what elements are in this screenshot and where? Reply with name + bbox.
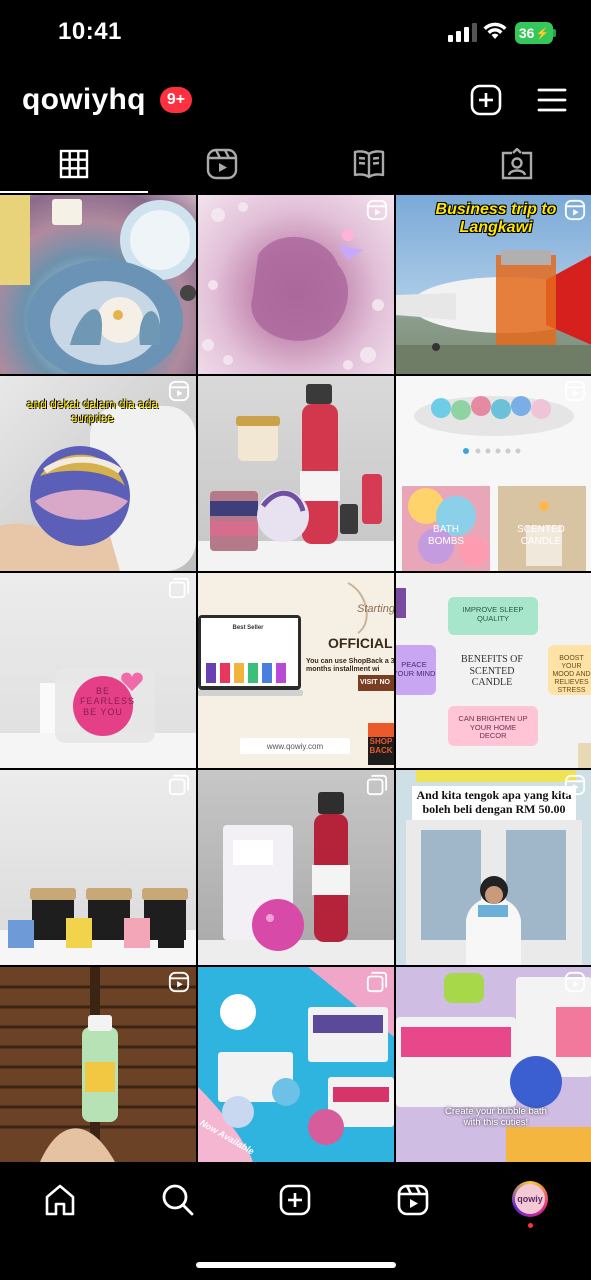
post-tile[interactable] [0, 195, 196, 374]
tagged-icon [501, 148, 533, 180]
post-tile[interactable] [0, 770, 196, 965]
post-tile[interactable]: and dekat dalam dia ada surprise [0, 376, 196, 571]
tab-grid[interactable] [0, 135, 148, 193]
post-tile[interactable]: Now Available [198, 967, 394, 1162]
battery-nub [553, 29, 556, 37]
search-button[interactable] [158, 1180, 198, 1220]
notification-badge[interactable]: 9+ [160, 87, 192, 113]
bubbles-image [202, 202, 384, 370]
tab-reels[interactable] [148, 135, 296, 193]
benefit-item: BOOST YOUR MOOD AND RELIEVES STRESS [552, 655, 591, 695]
post-tile[interactable] [0, 967, 196, 1162]
carousel-badge-icon [168, 774, 190, 796]
home-button[interactable] [40, 1180, 80, 1220]
plus-square-icon [470, 84, 502, 116]
bubble-potion-image [198, 792, 394, 965]
post-caption: Business trip to Langkawi [435, 201, 557, 237]
post-caption: Create your bubble bath with this cuties… [445, 1106, 547, 1128]
grid-icon [59, 149, 89, 179]
reel-badge-icon [168, 971, 190, 993]
battery-level: 36 [518, 25, 535, 41]
bubble-bath-box-image [396, 967, 591, 1162]
post-caption: and dekat dalam dia ada surprise [26, 397, 159, 425]
website-url: www.qowiy.com [266, 742, 324, 751]
menu-button[interactable] [535, 83, 569, 117]
post-tile[interactable]: Business trip to Langkawi [396, 195, 591, 374]
benefit-item: CAN BRIGHTEN UP YOUR HOME DECOR [458, 714, 528, 741]
product-lineup-image [198, 384, 394, 571]
wifi-icon [483, 22, 507, 39]
shutters-bottle-image [0, 967, 196, 1162]
status-time: 10:41 [58, 18, 122, 45]
guides-icon [354, 150, 385, 179]
username[interactable]: qowiyhq [22, 83, 146, 117]
avatar-image: qowiy [515, 1184, 545, 1214]
reels-icon [397, 1184, 429, 1216]
post-label: BATH BOMBS [427, 524, 465, 547]
reel-badge-icon [564, 380, 586, 402]
post-tile[interactable]: And kita tengok apa yang kita boleh beli… [396, 770, 591, 965]
bath-bomb-bowl-image [0, 195, 196, 374]
profile-header: qowiyhq 9+ [0, 70, 591, 130]
carousel-badge-icon [366, 774, 388, 796]
post-tile[interactable] [198, 195, 394, 374]
reel-badge-icon [564, 774, 586, 796]
reel-badge-icon [564, 199, 586, 221]
reel-badge-icon [168, 380, 190, 402]
reel-badge-icon [564, 971, 586, 993]
charging-icon: ⚡ [535, 27, 550, 40]
post-tile[interactable] [198, 376, 394, 571]
carousel-badge-icon [366, 971, 388, 993]
tab-tagged[interactable] [443, 135, 591, 193]
fairy-sticker [338, 229, 363, 260]
posts-grid: Business trip to Langkawi and dekat dala… [0, 195, 591, 1165]
best-seller-label: Best Seller [232, 625, 264, 631]
shopback-logo: SHOP BACK [369, 737, 393, 756]
reels-button[interactable] [393, 1180, 433, 1220]
carousel-badge-icon [168, 577, 190, 599]
scented-candles-image [0, 888, 196, 965]
post-tile[interactable]: BENEFITS OF SCENTED CANDLE IMPROVE SLEEP… [396, 573, 591, 768]
post-caption: And kita tengok apa yang kita boleh beli… [412, 786, 576, 820]
create-icon [279, 1184, 311, 1216]
benefit-item: IMPROVE SLEEP QUALITY [462, 605, 524, 623]
post-tile[interactable]: BATH BOMBS SCENTED CANDLE [396, 376, 591, 571]
reels-icon [206, 148, 237, 180]
soap-text: BE FEARLESS BE YOU [80, 686, 136, 717]
profile-notification-dot [528, 1223, 533, 1228]
profile-avatar[interactable]: qowiy [512, 1181, 548, 1217]
post-tile[interactable]: Create your bubble bath with this cuties… [396, 967, 591, 1162]
benefit-item: PEACE YOUR MIND [396, 660, 436, 678]
hamburger-menu-icon [537, 88, 567, 112]
status-bar: 10:41 36 ⚡ [0, 0, 591, 66]
post-subtitle: Starting [357, 603, 394, 615]
bottom-nav: qowiy [0, 1166, 591, 1280]
search-icon [162, 1184, 194, 1216]
visit-button-text: VISIT NO [360, 679, 390, 686]
post-title: OFFICIAL W [328, 635, 394, 651]
profile-tabs [0, 135, 591, 193]
home-indicator[interactable] [196, 1262, 396, 1268]
battery-indicator: 36 ⚡ [515, 22, 553, 44]
post-tile[interactable]: BE FEARLESS BE YOU [0, 573, 196, 768]
home-icon [45, 1184, 75, 1216]
pink-soap-image [0, 668, 196, 768]
infographic-title: BENEFITS OF SCENTED CANDLE [461, 654, 523, 688]
tab-guides[interactable] [296, 135, 444, 193]
create-post-button[interactable] [469, 83, 503, 117]
post-tile[interactable] [198, 770, 394, 965]
post-label: SCENTED CANDLE [517, 524, 565, 547]
post-body: You can use ShopBack a 3x months install… [306, 658, 394, 674]
create-button[interactable] [275, 1180, 315, 1220]
cellular-signal-icon [448, 23, 477, 42]
reel-badge-icon [366, 199, 388, 221]
post-tile[interactable]: Starting OFFICIAL W You can use ShopBack… [198, 573, 394, 768]
